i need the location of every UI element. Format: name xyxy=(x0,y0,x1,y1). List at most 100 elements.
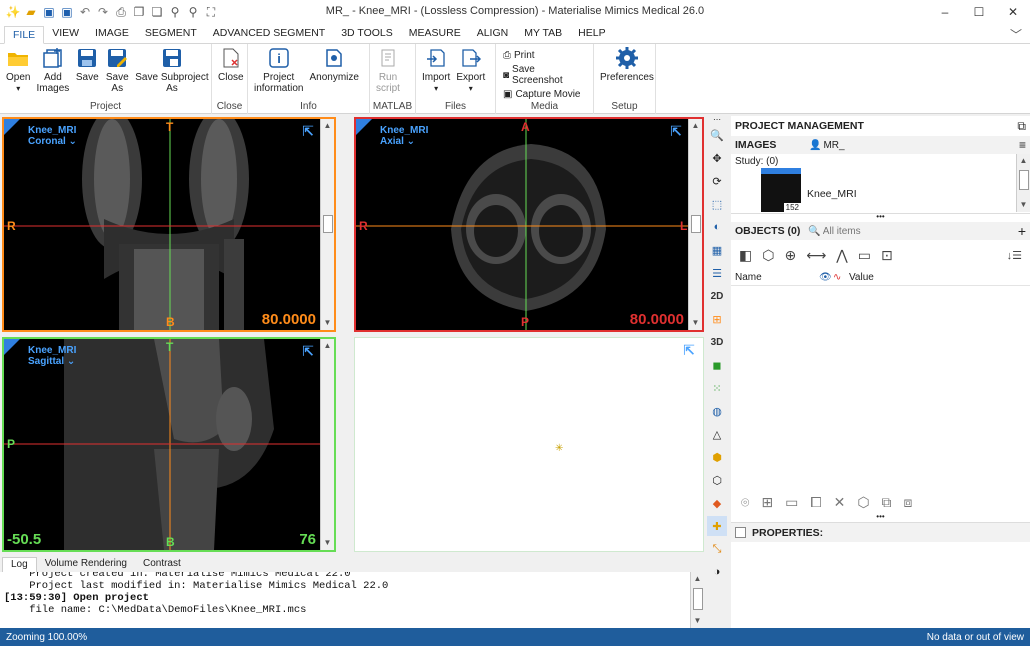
scroll-down-arrow[interactable]: ▼ xyxy=(691,614,704,628)
zoom-icon[interactable]: ⚲ xyxy=(168,5,182,19)
save-screenshot-button[interactable]: ◙ Save Screenshot xyxy=(503,64,586,86)
zoom-region-icon[interactable]: ⚲ xyxy=(186,5,200,19)
collapse-ribbon-icon[interactable]: ﹀ xyxy=(1010,26,1022,43)
scroll-thumb[interactable] xyxy=(693,588,703,610)
objects-search-input[interactable] xyxy=(822,225,973,237)
fit-view-icon[interactable]: ⬚ xyxy=(707,194,727,214)
redo-icon[interactable]: ↷ xyxy=(96,5,110,19)
scroll-thumb[interactable] xyxy=(323,215,333,233)
tab-3d-tools[interactable]: 3D TOOLS xyxy=(333,25,401,43)
spheres-icon[interactable]: ◍ xyxy=(707,401,727,421)
tab-measure[interactable]: MEASURE xyxy=(401,25,469,43)
viewport-sagittal[interactable]: Knee_MRISagittal ⌄ ⇱ T B P A -50.5 76 ▲ … xyxy=(2,337,336,552)
sections-icon[interactable]: ☰ xyxy=(707,263,727,283)
splitter-handle[interactable]: ••• xyxy=(731,513,1030,522)
other-filter-icon[interactable]: ⊡ xyxy=(881,247,893,264)
print-icon[interactable]: ⎙ xyxy=(114,5,128,19)
tab-log[interactable]: Log xyxy=(2,557,37,572)
pan-icon[interactable]: ✥ xyxy=(707,148,727,168)
scroll-down-arrow[interactable]: ▼ xyxy=(321,316,334,330)
mask-filter-icon[interactable]: ◧ xyxy=(739,247,752,264)
tab-help[interactable]: HELP xyxy=(570,25,613,43)
slice-scrollbar[interactable]: ▲ ▼ xyxy=(688,119,702,330)
splitter-handle[interactable]: ••• xyxy=(731,213,1030,222)
paste-icon[interactable]: ❏ xyxy=(150,5,164,19)
scroll-up-arrow[interactable]: ▲ xyxy=(1017,154,1030,168)
contrast-icon[interactable]: ◑ xyxy=(707,562,727,582)
grid-dots-icon[interactable]: ⁙ xyxy=(707,378,727,398)
more-tools-icon[interactable]: ⋯ xyxy=(707,115,727,124)
tab-segment[interactable]: SEGMENT xyxy=(137,25,205,43)
duplicate-part-icon[interactable]: ⬡ xyxy=(857,494,869,511)
scroll-thumb[interactable] xyxy=(691,215,701,233)
axis-arrows-icon[interactable]: ⤡ xyxy=(707,539,727,559)
copy-icon[interactable]: ❐ xyxy=(132,5,146,19)
rotate-3d-icon[interactable]: ◐ xyxy=(707,217,727,237)
maximize-viewport-icon[interactable]: ⇱ xyxy=(670,123,682,140)
axes-icon[interactable]: ✚ xyxy=(707,516,727,536)
save-icon[interactable]: ▣ xyxy=(42,5,56,19)
tab-align[interactable]: ALIGN xyxy=(469,25,517,43)
tab-contrast[interactable]: Contrast xyxy=(135,557,189,572)
column-name[interactable]: Name xyxy=(735,272,819,283)
triangle-mesh-icon[interactable]: △ xyxy=(707,424,727,444)
undo-icon[interactable]: ↶ xyxy=(78,5,92,19)
viewport-3d[interactable]: ⇱ ✳ xyxy=(354,337,704,552)
print-button[interactable]: ⎙ Print xyxy=(503,50,586,61)
viewport-axial[interactable]: Knee_MRI Axial ⌄ ⇱ A P R L 80.0000 ▲ ▼ xyxy=(354,117,704,332)
landmark-icon[interactable]: ⌾ xyxy=(741,494,749,511)
tab-my-tab[interactable]: MY TAB xyxy=(516,25,570,43)
maximize-viewport-icon[interactable]: ⇱ xyxy=(683,342,695,359)
merge-icon[interactable]: ⧈ xyxy=(904,494,913,511)
minimize-button[interactable]: – xyxy=(928,0,962,24)
undock-icon[interactable]: ⧉ xyxy=(1017,119,1026,134)
tab-file[interactable]: FILE xyxy=(4,26,45,44)
centerline-filter-icon[interactable]: ⋀ xyxy=(836,247,847,264)
viewport-coronal[interactable]: Knee_MRICoronal ⌄ ⇱ T B R L 80.0000 ▲ ▼ xyxy=(2,117,336,332)
measurement-filter-icon[interactable]: ⟷ xyxy=(806,247,826,264)
scroll-down-arrow[interactable]: ▼ xyxy=(1017,198,1030,212)
add-group-icon[interactable]: ⊞ xyxy=(761,494,773,511)
maximize-button[interactable]: ☐ xyxy=(962,0,996,24)
scroll-down-arrow[interactable]: ▼ xyxy=(689,316,702,330)
save-as-icon[interactable]: ▣ xyxy=(60,5,74,19)
scroll-up-arrow[interactable]: ▲ xyxy=(691,572,704,586)
maximize-viewport-icon[interactable]: ⇱ xyxy=(302,123,314,140)
box-icon[interactable]: ◼ xyxy=(707,355,727,375)
image-thumbnail[interactable]: 152 xyxy=(761,168,801,212)
scroll-up-arrow[interactable]: ▲ xyxy=(689,119,702,133)
scroll-down-arrow[interactable]: ▼ xyxy=(321,536,334,550)
properties-checkbox[interactable] xyxy=(735,527,746,538)
viewport-label[interactable]: Knee_MRI Coronal ⌄ xyxy=(28,125,77,147)
viewport-label[interactable]: Knee_MRI Axial ⌄ xyxy=(380,125,428,147)
colored-shape-icon[interactable]: ◆ xyxy=(707,493,727,513)
hexagon-icon[interactable]: ⬢ xyxy=(707,447,727,467)
scroll-thumb[interactable] xyxy=(1019,170,1029,190)
column-value[interactable]: Value xyxy=(849,272,874,283)
layout-icon[interactable]: ▦ xyxy=(707,240,727,260)
scroll-up-arrow[interactable]: ▲ xyxy=(321,339,334,353)
move-to-folder-icon[interactable]: ⧠ xyxy=(810,494,821,511)
cube-icon[interactable]: ⬡ xyxy=(707,470,727,490)
fit-icon[interactable]: ⛶ xyxy=(204,5,218,19)
viewport-label[interactable]: Knee_MRI Sagittal ⌄ xyxy=(28,345,76,367)
slice-scrollbar[interactable]: ▲ ▼ xyxy=(320,119,334,330)
new-folder-icon[interactable]: ▭ xyxy=(785,494,798,511)
maximize-viewport-icon[interactable]: ⇱ xyxy=(302,343,314,360)
add-object-icon[interactable]: + xyxy=(1018,223,1026,239)
copy-objects-icon[interactable]: ⧉ xyxy=(882,494,892,511)
delete-icon[interactable]: ✕ xyxy=(834,494,846,511)
rotate-icon[interactable]: ⟳ xyxy=(707,171,727,191)
folder-filter-icon[interactable]: ▭ xyxy=(858,247,871,264)
part-filter-icon[interactable]: ⬡ xyxy=(762,247,774,264)
capture-movie-button[interactable]: ▣ Capture Movie xyxy=(503,89,586,100)
crosshair-icon[interactable]: ⊞ xyxy=(707,309,727,329)
curve-column-icon[interactable]: ∿ xyxy=(833,272,849,283)
sphere-filter-icon[interactable]: ⊕ xyxy=(784,247,796,264)
tab-volume-rendering[interactable]: Volume Rendering xyxy=(37,557,135,572)
zoom-icon[interactable]: 🔍 xyxy=(707,125,727,145)
open-folder-icon[interactable]: ▰ xyxy=(24,5,38,19)
hamburger-menu-icon[interactable]: ≡ xyxy=(1019,138,1026,152)
image-name[interactable]: Knee_MRI xyxy=(807,188,857,200)
tab-view[interactable]: VIEW xyxy=(44,25,87,43)
